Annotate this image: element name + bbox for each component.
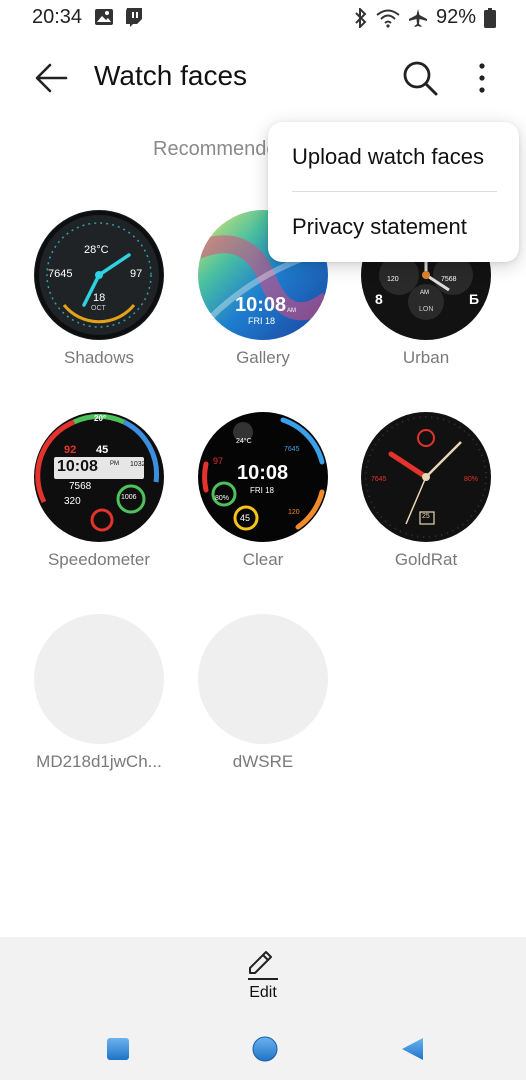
watch-face-name: Urban [402,348,450,367]
speedometer-v2: 1006 [121,494,137,501]
watch-face-name: Shadows [64,348,134,367]
goldrat-battery: 80% [464,476,479,483]
clear-heart-rate: 97 [213,456,224,466]
home-circle-icon[interactable] [251,1035,279,1063]
overflow-menu: Upload watch faces Privacy statement [268,122,519,262]
urban-city: LON [419,306,434,313]
shadows-heart-rate: 97 [130,268,143,280]
watch-face-md218d1jwch[interactable]: MD218d1jwCh... [24,614,174,772]
speedometer-v1: 1032 [130,461,146,468]
watch-face-shadows[interactable]: 28°C 7645 97 18 OCT Shadows [24,210,174,368]
watch-face-goldrat[interactable]: 7645 80% 25 GoldRat [351,412,501,570]
goldrat-date: 25 [422,513,430,520]
urban-ampm: AM [420,290,429,296]
clear-date: FRI 18 [250,486,275,495]
back-arrow-icon[interactable] [32,58,72,98]
speedometer-ampm: PM [110,461,119,467]
watch-face-name: Clear [242,550,284,569]
urban-left-value: 120 [387,276,399,283]
twitch-notification-icon [124,7,144,27]
clear-battery: 80% [215,495,230,502]
watch-face-placeholder [34,614,164,744]
menu-item-privacy-statement[interactable]: Privacy statement [292,214,467,240]
bottom-toolbar: Edit [0,937,526,1023]
watch-face-placeholder [198,614,328,744]
watch-face-speedometer-preview: 20° 92 45 10:08 PM 1032 7568 1006 320 [34,412,164,542]
watch-face-shadows-preview: 28°C 7645 97 18 OCT [34,210,164,340]
menu-divider [292,191,497,192]
speedometer-temp: 20° [94,414,107,423]
watch-face-name: GoldRat [394,550,458,569]
watch-face-name: MD218d1jwCh... [36,752,162,771]
system-nav-bar [0,1023,526,1080]
status-bar: 20:34 92% [0,0,526,36]
urban-right-value: 7568 [441,276,457,283]
bluetooth-icon [354,7,368,28]
shadows-steps: 7645 [48,268,73,280]
clear-calories: 120 [288,509,300,516]
clear-value: 45 [240,513,251,523]
speedometer-stress: 45 [96,444,109,456]
watch-face-clear-preview: 24°C 97 7645 10:08 FRI 18 80% 120 45 [198,412,328,542]
watch-face-speedometer[interactable]: 20° 92 45 10:08 PM 1032 7568 1006 320 Sp… [24,412,174,570]
gallery-time: 10:08 [235,294,287,316]
edit-button-label[interactable]: Edit [0,984,526,1002]
clear-steps: 7645 [284,446,300,453]
speedometer-heart-rate: 92 [64,444,77,456]
airplane-mode-icon [408,8,428,28]
watch-face-name: Gallery [236,348,290,367]
clear-temp: 24°C [236,438,252,445]
edit-pencil-icon[interactable] [246,949,280,981]
page-title: Watch faces [94,60,248,91]
gallery-ampm: AM [287,308,296,314]
back-triangle-icon[interactable] [398,1035,426,1063]
wifi-icon [376,8,400,28]
shadows-date: 18 [93,292,106,304]
shadows-temp: 28°C [84,244,109,256]
gallery-notification-icon [94,7,114,27]
svg-text:Б: Б [469,291,479,307]
watch-face-goldrat-preview: 7645 80% 25 [361,412,491,542]
svg-text:8: 8 [375,291,383,307]
clear-time: 10:08 [237,462,289,484]
speedometer-steps: 7568 [69,481,92,492]
recents-square-icon[interactable] [104,1035,132,1063]
menu-item-upload-watch-faces[interactable]: Upload watch faces [292,144,484,170]
app-header: Watch faces [0,40,526,116]
speedometer-time: 10:08 [57,458,98,475]
watch-face-dwsre[interactable]: dWSRE [188,614,338,772]
watch-face-name: Speedometer [47,550,151,569]
speedometer-calories: 320 [64,496,81,507]
status-time: 20:34 [32,6,83,28]
battery-icon [484,7,496,28]
more-options-icon[interactable] [470,58,494,98]
gallery-date: FRI 18 [248,316,276,326]
watch-face-clear[interactable]: 24°C 97 7645 10:08 FRI 18 80% 120 45 Cle… [188,412,338,570]
shadows-month: OCT [91,305,106,312]
watch-face-name: dWSRE [232,752,294,771]
search-icon[interactable] [400,58,440,98]
goldrat-steps: 7645 [371,476,387,483]
battery-percent: 92% [435,6,476,28]
